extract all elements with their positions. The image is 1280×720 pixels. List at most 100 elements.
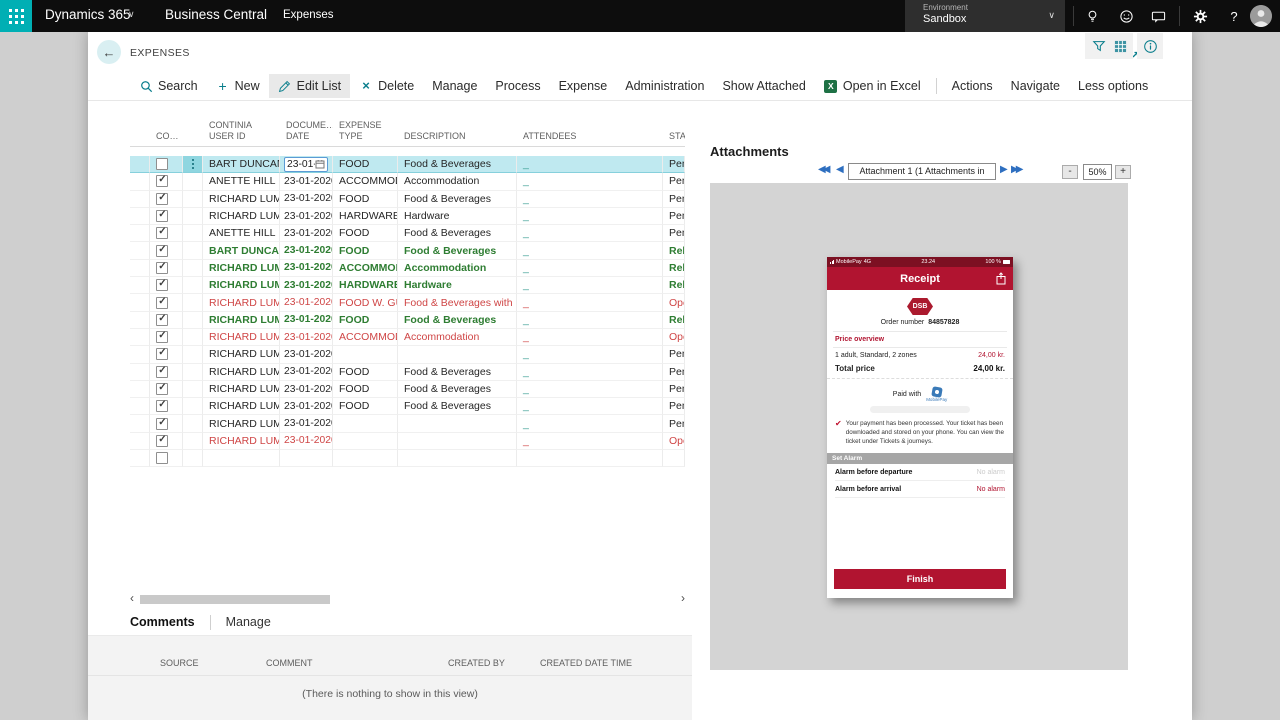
zoom-out-button[interactable]: - bbox=[1062, 165, 1078, 179]
cell-document-date[interactable]: 23-01-2020 bbox=[280, 156, 333, 173]
row-checkbox[interactable] bbox=[156, 262, 168, 274]
cell-continia-user-id[interactable]: RICHARD LUM bbox=[203, 415, 280, 432]
cell-continia-user-id[interactable]: RICHARD LUM bbox=[203, 364, 280, 381]
calendar-icon[interactable] bbox=[315, 159, 325, 169]
toolbar-navigate[interactable]: Navigate bbox=[1002, 74, 1069, 98]
column-header-comment[interactable]: COMMENT bbox=[266, 658, 313, 668]
cell-continia-user-id[interactable]: BART DUNCAN bbox=[203, 242, 280, 259]
message-icon[interactable] bbox=[1148, 6, 1168, 26]
cell-document-date[interactable]: 23-01-2020 bbox=[280, 225, 333, 242]
app-name[interactable]: Dynamics 365 bbox=[45, 7, 131, 22]
row-checkbox[interactable] bbox=[156, 452, 168, 464]
cell-expense-type[interactable]: FOOD bbox=[333, 242, 398, 259]
row-checkbox[interactable] bbox=[156, 279, 168, 291]
table-row[interactable]: RICHARD LUM23-01-2020FOODFood & Beverage… bbox=[130, 364, 685, 381]
cell-continia-user-id[interactable] bbox=[203, 450, 280, 467]
cell-description[interactable]: Accommodation bbox=[398, 260, 517, 277]
grid-view-icon[interactable] bbox=[1114, 40, 1127, 53]
cell-status[interactable]: Pending bbox=[663, 191, 685, 208]
cell-description[interactable]: Food & Beverages with Guests bbox=[398, 294, 517, 311]
cell-description[interactable] bbox=[398, 415, 517, 432]
cell-status[interactable]: Pending bbox=[663, 364, 685, 381]
column-header-created-by[interactable]: CREATED BY bbox=[448, 658, 505, 668]
toolbar-show-attached[interactable]: Show Attached bbox=[713, 74, 814, 98]
column-header-created-date-time[interactable]: CREATED DATE TIME bbox=[540, 658, 632, 668]
cell-document-date[interactable]: 23-01-2020 bbox=[280, 191, 333, 208]
cell-attendees[interactable]: _ bbox=[517, 225, 663, 242]
cell-continia-user-id[interactable]: RICHARD LUM bbox=[203, 346, 280, 363]
cell-attendees[interactable]: _ bbox=[517, 242, 663, 259]
cell-completed[interactable] bbox=[150, 173, 183, 190]
cell-completed[interactable] bbox=[150, 277, 183, 294]
tab-comments[interactable]: Comments bbox=[130, 615, 195, 629]
cell-continia-user-id[interactable]: RICHARD LUM bbox=[203, 260, 280, 277]
toolbar-manage[interactable]: Manage bbox=[423, 74, 486, 98]
cell-completed[interactable] bbox=[150, 450, 183, 467]
cell-attendees[interactable]: _ bbox=[517, 156, 663, 173]
row-checkbox[interactable] bbox=[156, 227, 168, 239]
table-row[interactable]: RICHARD LUM23-01-2020_Pending bbox=[130, 346, 685, 363]
toolbar-open-in-excel[interactable]: XOpen in Excel bbox=[815, 74, 930, 98]
cell-attendees[interactable] bbox=[517, 450, 663, 467]
row-checkbox[interactable] bbox=[156, 348, 168, 360]
cell-completed[interactable] bbox=[150, 346, 183, 363]
toolbar-process[interactable]: Process bbox=[486, 74, 549, 98]
cell-completed[interactable] bbox=[150, 398, 183, 415]
cell-continia-user-id[interactable]: RICHARD LUM bbox=[203, 191, 280, 208]
cell-expense-type[interactable]: ACCOMMODATION bbox=[333, 260, 398, 277]
cell-status[interactable] bbox=[663, 450, 685, 467]
cell-description[interactable]: Hardware bbox=[398, 208, 517, 225]
table-row[interactable]: RICHARD LUM23-01-2020FOODFood & Beverage… bbox=[130, 312, 685, 329]
cell-description[interactable]: Food & Beverages bbox=[398, 381, 517, 398]
cell-status[interactable]: Released bbox=[663, 312, 685, 329]
row-checkbox[interactable] bbox=[156, 175, 168, 187]
row-checkbox[interactable] bbox=[156, 331, 168, 343]
row-checkbox[interactable] bbox=[156, 245, 168, 257]
cell-completed[interactable] bbox=[150, 294, 183, 311]
cell-status[interactable]: Released bbox=[663, 277, 685, 294]
row-checkbox[interactable] bbox=[156, 158, 168, 170]
environment-selector[interactable]: Environment Sandbox ∨ bbox=[905, 0, 1065, 32]
cell-document-date[interactable]: 23-01-2020 bbox=[280, 433, 333, 450]
cell-attendees[interactable]: _ bbox=[517, 173, 663, 190]
cell-attendees[interactable]: _ bbox=[517, 433, 663, 450]
cell-continia-user-id[interactable]: RICHARD LUM bbox=[203, 329, 280, 346]
column-header[interactable]: DOCUME…DATE bbox=[280, 118, 333, 147]
column-header[interactable]: ATTENDEES bbox=[517, 129, 663, 148]
cell-document-date[interactable]: 23-01-2020 bbox=[280, 346, 333, 363]
next-attachment-icon[interactable]: ▶ bbox=[1000, 164, 1008, 175]
table-row[interactable]: RICHARD LUM23-01-2020HARDWAREHardware_Pe… bbox=[130, 208, 685, 225]
row-checkbox[interactable] bbox=[156, 314, 168, 326]
table-row[interactable]: BART DUNCAN23-01-2020FOODFood & Beverage… bbox=[130, 156, 685, 173]
cell-status[interactable]: Open bbox=[663, 329, 685, 346]
cell-completed[interactable] bbox=[150, 225, 183, 242]
cell-attendees[interactable]: _ bbox=[517, 260, 663, 277]
cell-expense-type[interactable]: FOOD bbox=[333, 364, 398, 381]
cell-completed[interactable] bbox=[150, 364, 183, 381]
tab-manage[interactable]: Manage bbox=[226, 615, 271, 629]
cell-completed[interactable] bbox=[150, 381, 183, 398]
scrollbar-thumb[interactable] bbox=[140, 595, 330, 604]
cell-expense-type[interactable]: FOOD bbox=[333, 381, 398, 398]
table-row[interactable]: RICHARD LUM23-01-2020ACCOMMODATIONAccomm… bbox=[130, 329, 685, 346]
cell-status[interactable]: Released bbox=[663, 260, 685, 277]
lightbulb-icon[interactable] bbox=[1082, 6, 1102, 26]
cell-document-date[interactable]: 23-01-2020 bbox=[280, 208, 333, 225]
column-header-source[interactable]: SOURCE bbox=[160, 658, 199, 668]
filter-icon[interactable] bbox=[1092, 39, 1106, 53]
cell-document-date[interactable]: 23-01-2020 bbox=[280, 364, 333, 381]
cell-continia-user-id[interactable]: ANETTE HILL bbox=[203, 225, 280, 242]
toolbar-actions[interactable]: Actions bbox=[943, 74, 1002, 98]
column-header[interactable]: EXPENSETYPE bbox=[333, 118, 398, 147]
previous-attachment-icon[interactable]: ◀ bbox=[836, 164, 844, 175]
cell-attendees[interactable]: _ bbox=[517, 329, 663, 346]
cell-attendees[interactable]: _ bbox=[517, 364, 663, 381]
row-checkbox[interactable] bbox=[156, 435, 168, 447]
cell-expense-type[interactable]: ACCOMMODATION bbox=[333, 329, 398, 346]
cell-completed[interactable] bbox=[150, 191, 183, 208]
row-checkbox[interactable] bbox=[156, 400, 168, 412]
cell-expense-type[interactable] bbox=[333, 450, 398, 467]
cell-completed[interactable] bbox=[150, 415, 183, 432]
toolbar-new[interactable]: +New bbox=[207, 74, 269, 98]
cell-expense-type[interactable] bbox=[333, 433, 398, 450]
